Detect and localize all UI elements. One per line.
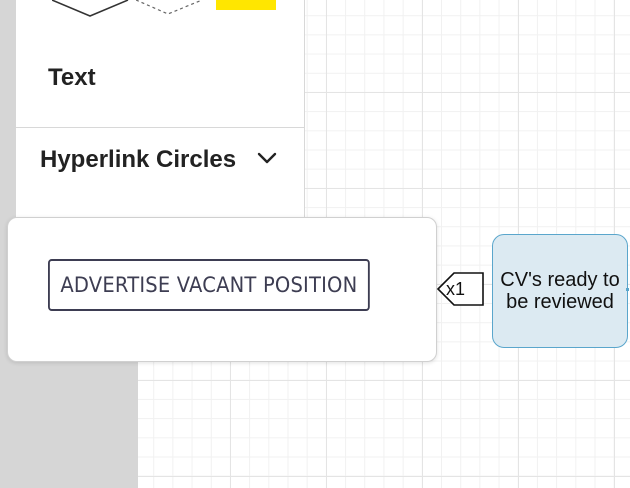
shape-sidebar: Text Hyperlink Circles [16,0,305,230]
diamond-shape-icon[interactable] [52,0,132,18]
node-connection-handle[interactable] [626,288,629,291]
node-label: CV's ready to be reviewed [500,269,620,313]
advertise-vacant-position-button[interactable]: ADVERTISE VACANT POSITION [48,259,370,311]
dashed-diamond-shape-icon[interactable] [136,0,206,18]
text-shape-item[interactable]: Text [48,64,96,92]
section-title-hyperlink-circles[interactable]: Hyperlink Circles [40,143,240,177]
connector-tag-label: x1 [446,279,466,299]
chevron-down-icon[interactable] [256,150,278,166]
shapes-row [16,0,304,40]
sidebar-divider [16,127,304,128]
yellow-rectangle-shape[interactable] [216,0,276,10]
diagram-node[interactable]: CV's ready to be reviewed [492,234,628,348]
hyperlink-popup: ADVERTISE VACANT POSITION [7,217,437,362]
